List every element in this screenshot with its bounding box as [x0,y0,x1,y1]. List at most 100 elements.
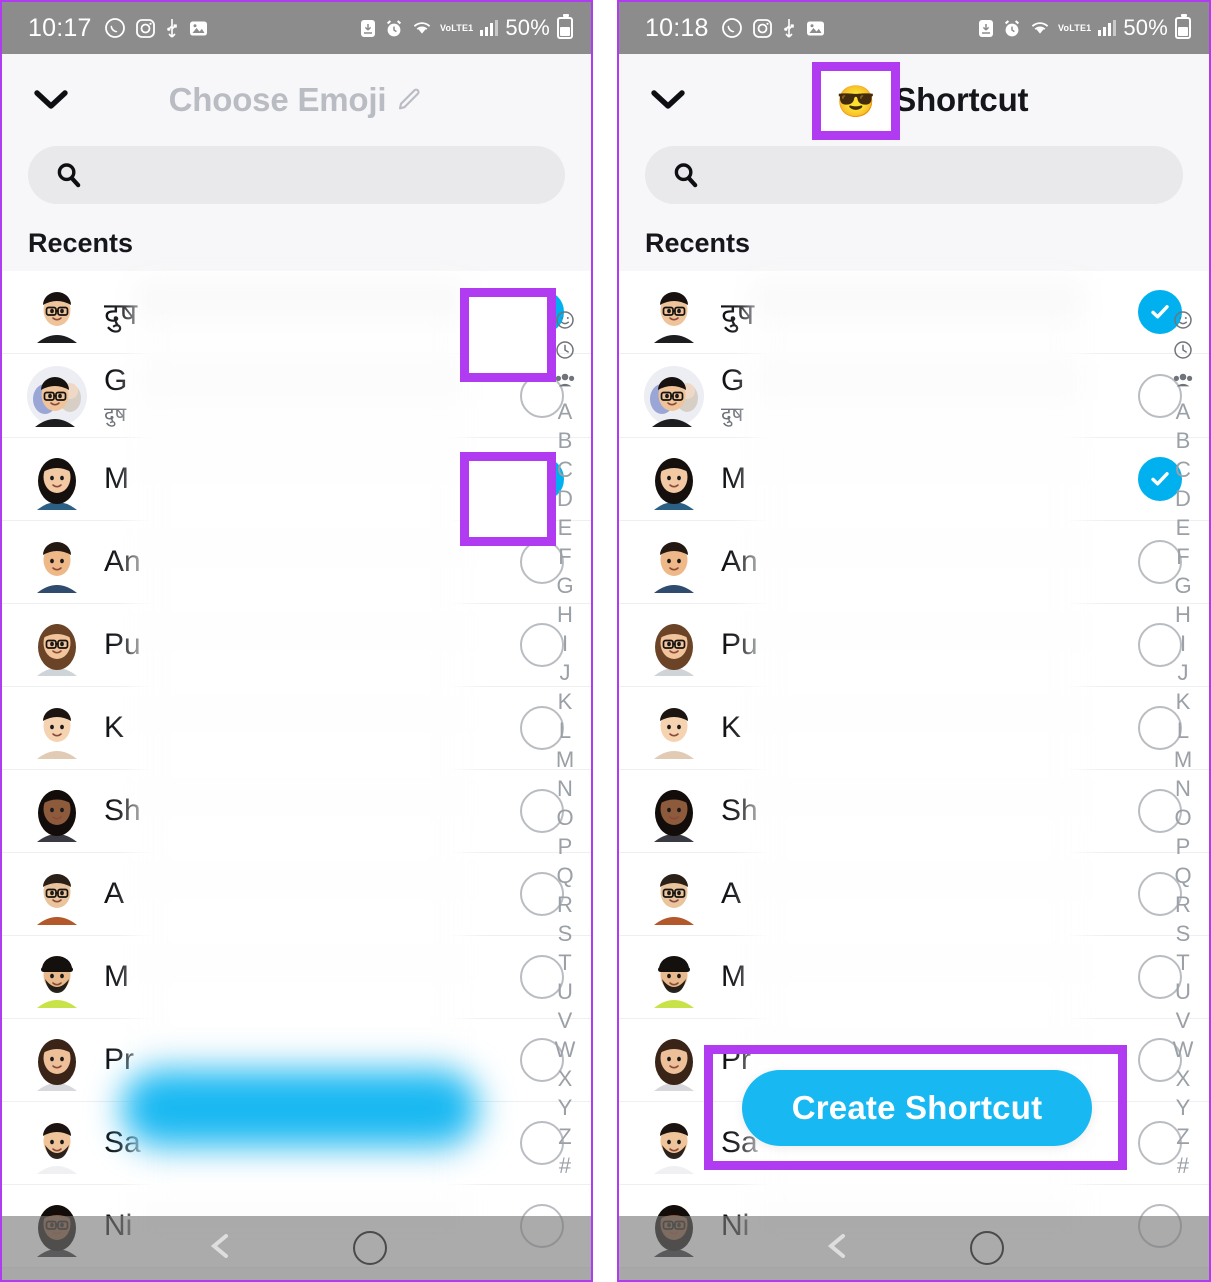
alpha-index-T[interactable]: T [558,950,571,976]
alpha-index-Y[interactable]: Y [1176,1095,1191,1121]
alpha-index-F[interactable]: F [558,544,571,570]
table-row[interactable]: K [2,687,591,770]
alpha-index-A[interactable]: A [558,399,573,425]
alpha-index-N[interactable]: N [1175,776,1191,802]
table-row[interactable]: Pu [2,604,591,687]
alpha-index-S[interactable]: S [1176,921,1191,947]
alpha-index-W[interactable]: W [1173,1037,1194,1063]
table-row[interactable]: Sh [2,770,591,853]
table-row[interactable]: M [619,936,1209,1019]
alpha-index-K[interactable]: K [1176,689,1191,715]
page-title-wrap: Choose Emoji [2,54,591,146]
clock-icon[interactable] [1173,340,1193,367]
smiley-icon[interactable] [1173,310,1193,337]
header-emoji-visible[interactable]: 😎 [837,86,876,117]
table-row[interactable]: A [2,853,591,936]
alpha-index-Z[interactable]: Z [558,1124,571,1150]
search-input[interactable] [28,146,565,204]
alpha-index-M[interactable]: M [556,747,574,773]
alpha-index-N[interactable]: N [557,776,573,802]
alpha-index-M[interactable]: M [1174,747,1192,773]
alpha-index-Q[interactable]: Q [1174,863,1191,889]
chevron-down-icon[interactable] [28,77,74,123]
alpha-index-X[interactable]: X [558,1066,573,1092]
alpha-index-#[interactable]: # [559,1153,571,1179]
alpha-index-J[interactable]: J [1178,660,1189,686]
status-bar-right: VoLTE1 50% [359,14,573,41]
alpha-index-D[interactable]: D [557,486,573,512]
table-row[interactable]: K [619,687,1209,770]
alpha-index-G[interactable]: G [1174,573,1191,599]
alpha-index-C[interactable]: C [1175,457,1191,483]
alpha-index-V[interactable]: V [558,1008,573,1034]
alpha-index-H[interactable]: H [557,602,573,628]
page-title-wrap: 😎 Shortcut [619,54,1209,146]
alpha-index-X[interactable]: X [1176,1066,1191,1092]
alpha-index-B[interactable]: B [1176,428,1191,454]
alpha-index-G[interactable]: G [556,573,573,599]
alpha-index-U[interactable]: U [557,979,573,1005]
alpha-index-P[interactable]: P [1176,834,1191,860]
alpha-index-O[interactable]: O [556,805,573,831]
alpha-index-V[interactable]: V [1176,1008,1191,1034]
alpha-index-I[interactable]: I [562,631,568,657]
alpha-index-T[interactable]: T [1176,950,1189,976]
clock-icon[interactable] [555,340,575,367]
alpha-index-Y[interactable]: Y [558,1095,573,1121]
back-chevron-icon[interactable] [824,1231,850,1266]
alpha-index-L[interactable]: L [559,718,571,744]
alpha-index-Z[interactable]: Z [1176,1124,1189,1150]
alarm-icon [384,18,404,39]
alpha-index-J[interactable]: J [560,660,571,686]
alarm-icon [1002,18,1022,39]
alpha-index-C[interactable]: C [557,457,573,483]
alphabet-index[interactable]: A B C D E F G H I J K L M N O P Q R S T U V W X Y Z # [1163,302,1203,1179]
alpha-index-L[interactable]: L [1177,718,1189,744]
alpha-index-O[interactable]: O [1174,805,1191,831]
alpha-index-D[interactable]: D [1175,486,1191,512]
table-row[interactable]: Sh [619,770,1209,853]
table-row[interactable]: A [619,853,1209,936]
system-navigation-bar [2,1216,591,1280]
network-type-label: VoLTE1 [439,22,474,33]
alpha-index-Q[interactable]: Q [556,863,573,889]
contact-text: G दुष [721,364,1123,427]
alpha-index-S[interactable]: S [558,921,573,947]
alpha-index-U[interactable]: U [1175,979,1191,1005]
alpha-index-R[interactable]: R [1175,892,1191,918]
alpha-index-R[interactable]: R [557,892,573,918]
create-shortcut-button[interactable]: Create Shortcut [122,1070,478,1146]
alpha-index-I[interactable]: I [1180,631,1186,657]
avatar [26,863,88,925]
table-row[interactable]: G दुष [619,354,1209,438]
group-icon[interactable] [1172,370,1194,396]
search-input[interactable] [645,146,1183,204]
alphabet-index[interactable]: A B C D E F G H I J K L M N O P Q R S T U V W X Y Z # [545,302,585,1179]
group-icon[interactable] [554,370,576,396]
alpha-index-E[interactable]: E [558,515,573,541]
table-row[interactable]: दुष [619,271,1209,354]
chevron-down-icon[interactable] [645,77,691,123]
table-row[interactable]: An [619,521,1209,604]
wifi-icon [1029,19,1051,37]
alpha-index-E[interactable]: E [1176,515,1191,541]
smiley-icon[interactable] [555,310,575,337]
alpha-index-W[interactable]: W [555,1037,576,1063]
pencil-icon[interactable] [394,85,424,115]
alpha-index-#[interactable]: # [1177,1153,1189,1179]
back-chevron-icon[interactable] [207,1231,233,1266]
table-row[interactable]: M [2,936,591,1019]
alpha-index-F[interactable]: F [1176,544,1189,570]
create-shortcut-button[interactable]: Create Shortcut [742,1070,1092,1146]
table-row[interactable]: M [619,438,1209,521]
home-circle-icon[interactable] [352,1231,387,1265]
contact-name: K [721,711,742,744]
table-row[interactable]: Pu [619,604,1209,687]
alpha-index-A[interactable]: A [1176,399,1191,425]
usb-icon [782,17,796,39]
alpha-index-H[interactable]: H [1175,602,1191,628]
alpha-index-B[interactable]: B [558,428,573,454]
alpha-index-P[interactable]: P [558,834,573,860]
home-circle-icon[interactable] [970,1231,1004,1265]
alpha-index-K[interactable]: K [558,689,573,715]
